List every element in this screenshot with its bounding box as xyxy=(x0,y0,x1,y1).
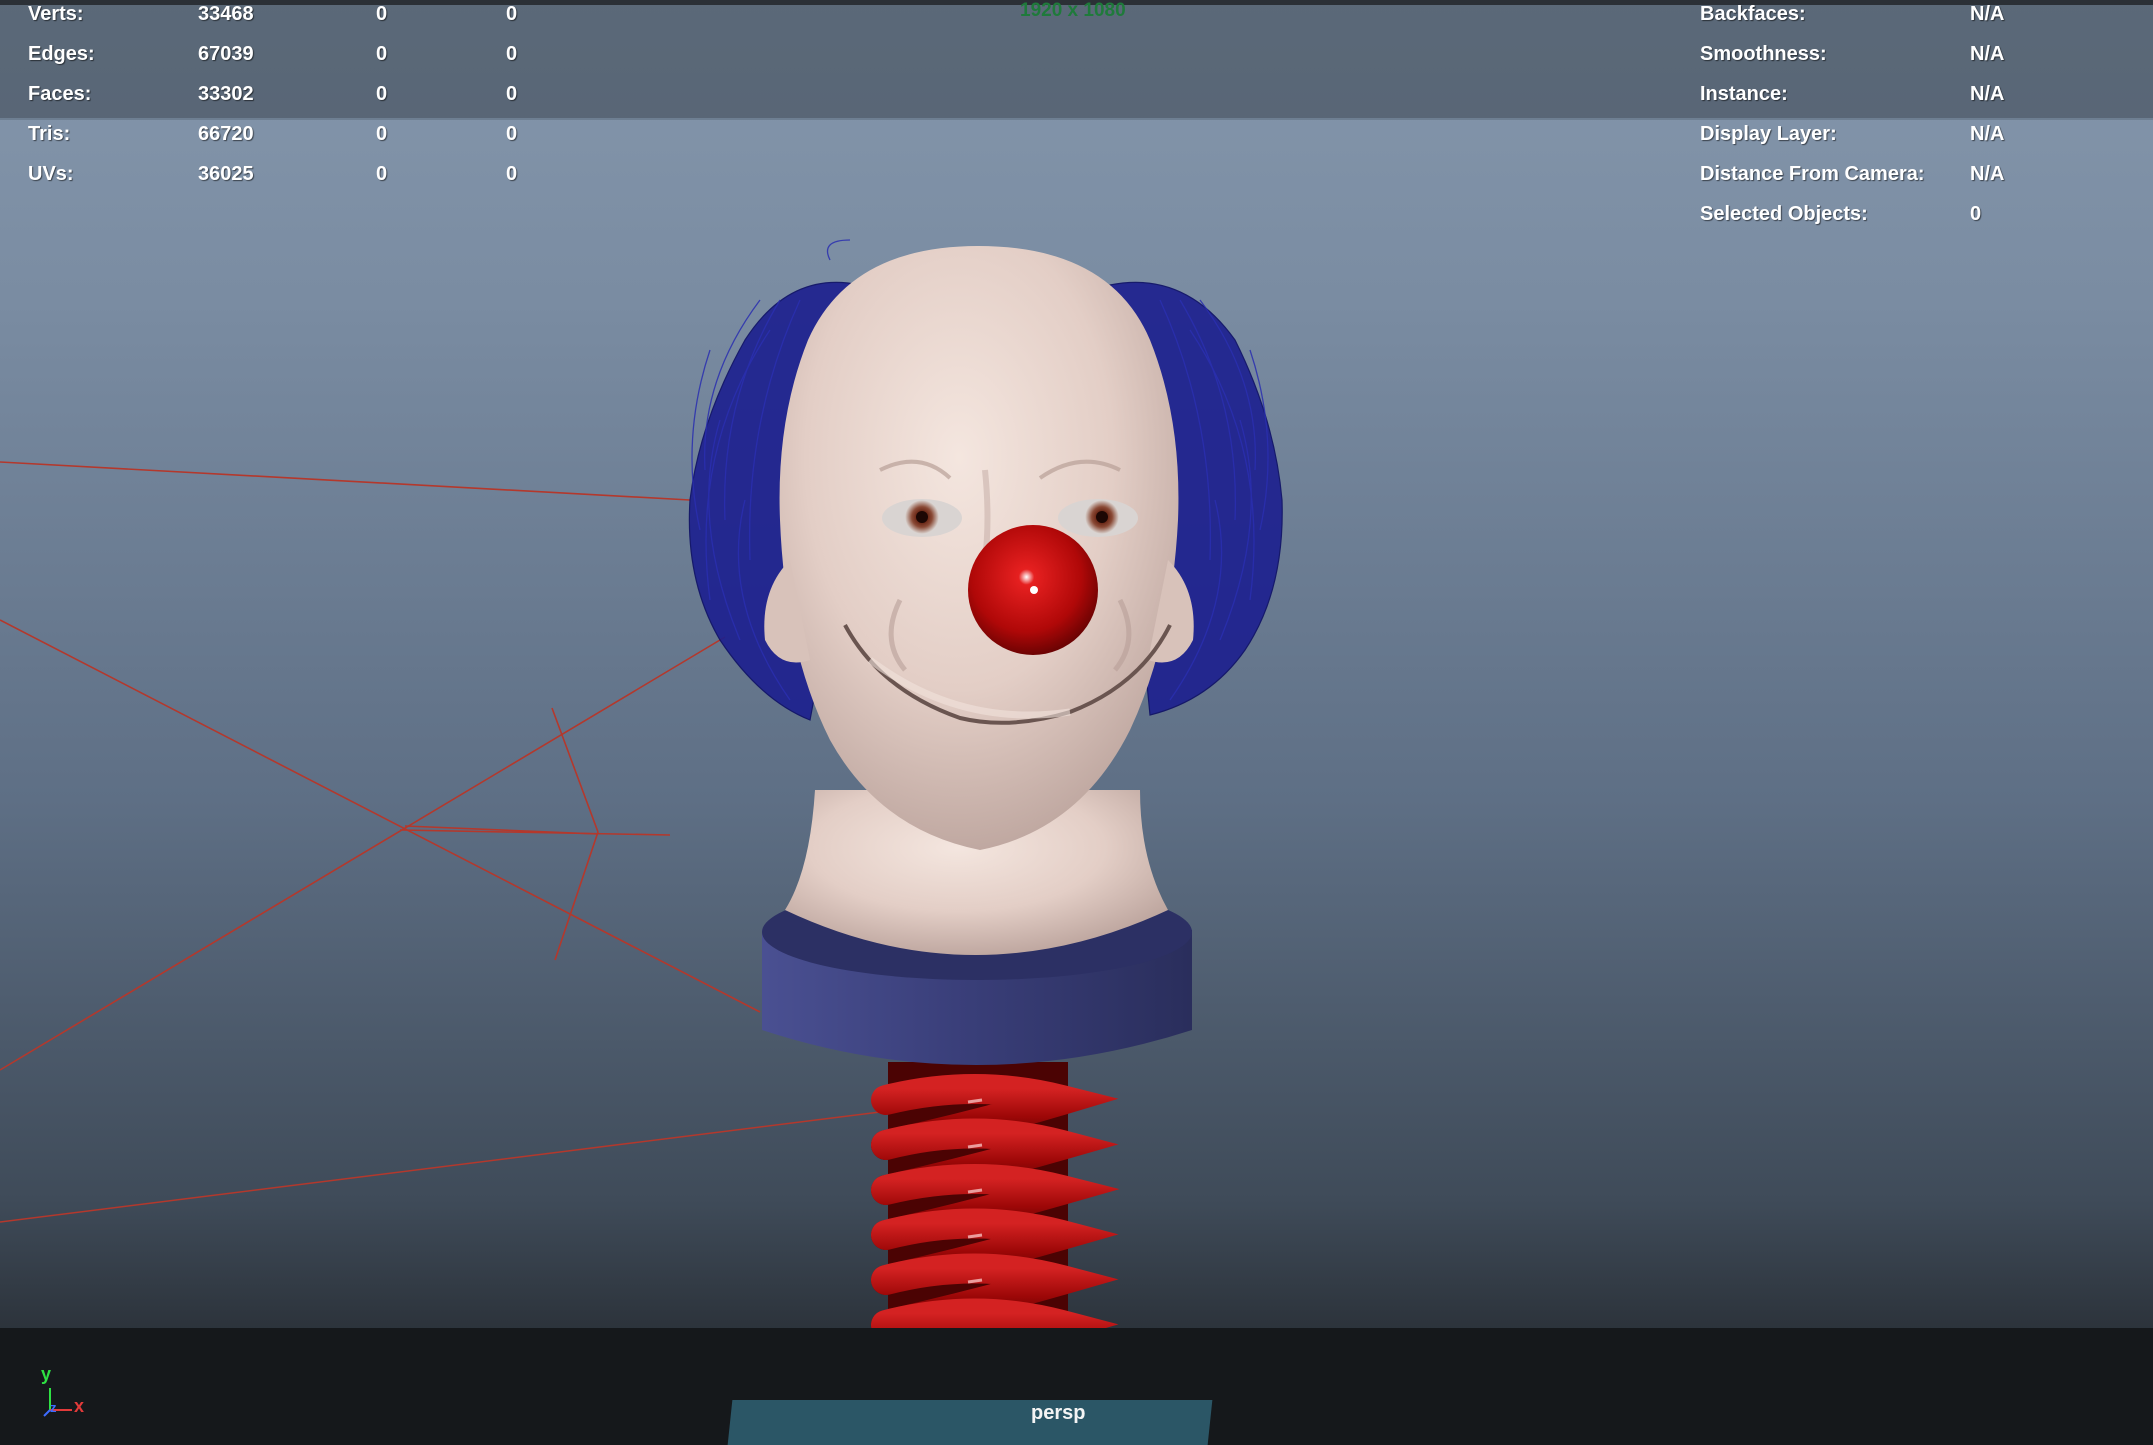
clown-head xyxy=(779,246,1179,850)
hud-label-instance: Instance: xyxy=(1700,83,1788,105)
hud-uv-faces: 0 xyxy=(506,83,518,105)
hud-uv-edges: 0 xyxy=(506,43,518,65)
hud-label-uvs: UVs: xyxy=(28,163,74,185)
hud-value-backfaces: N/A xyxy=(1970,3,2005,25)
hud-selected-tris: 0 xyxy=(376,123,388,145)
camera-name-label: persp xyxy=(1031,1402,1086,1424)
hud-uv-verts: 0 xyxy=(506,3,518,25)
hud-label-display-layer: Display Layer: xyxy=(1700,123,1837,145)
hud-label-smoothness: Smoothness: xyxy=(1700,43,1827,65)
hud-value-smoothness: N/A xyxy=(1970,43,2005,65)
hud-value-verts: 33468 xyxy=(198,3,254,25)
eye-right xyxy=(1058,499,1138,537)
hud-uv-uvs: 0 xyxy=(506,163,518,185)
hud-selected-verts: 0 xyxy=(376,3,388,25)
hud-value-display-layer: N/A xyxy=(1970,123,2005,145)
hud-value-instance: N/A xyxy=(1970,83,2005,105)
eye-left xyxy=(882,499,962,537)
hud-label-backfaces: Backfaces: xyxy=(1700,3,1806,25)
hud-value-faces: 33302 xyxy=(198,83,254,105)
hud-label-selected-objects: Selected Objects: xyxy=(1700,203,1868,225)
hud-label-tris: Tris: xyxy=(28,123,71,145)
floor-plate xyxy=(727,1400,1213,1445)
hud-value-tris: 66720 xyxy=(198,123,254,145)
hud-label-distance-from-camera: Distance From Camera: xyxy=(1700,163,1925,185)
hud-value-edges: 67039 xyxy=(198,43,254,65)
resolution-gate-label: 1920 x 1080 xyxy=(1020,0,1126,21)
hud-label-verts: Verts: xyxy=(28,3,84,25)
axis-z-label: z xyxy=(50,1400,57,1415)
hud-value-distance-from-camera: N/A xyxy=(1970,163,2005,185)
perspective-viewport[interactable]: 1920 x 1080 Verts: 33468 0 0 Edges: 6703… xyxy=(0,0,2153,1445)
hud-selected-uvs: 0 xyxy=(376,163,388,185)
hud-uv-tris: 0 xyxy=(506,123,518,145)
axis-y-label: y xyxy=(41,1364,52,1384)
hud-value-uvs: 36025 xyxy=(198,163,254,185)
hud-label-edges: Edges: xyxy=(28,43,95,65)
hud-selected-edges: 0 xyxy=(376,43,388,65)
hud-label-faces: Faces: xyxy=(28,83,92,105)
hud-selected-faces: 0 xyxy=(376,83,388,105)
hud-value-selected-objects: 0 xyxy=(1970,203,1982,225)
axis-x-label: x xyxy=(74,1396,85,1416)
